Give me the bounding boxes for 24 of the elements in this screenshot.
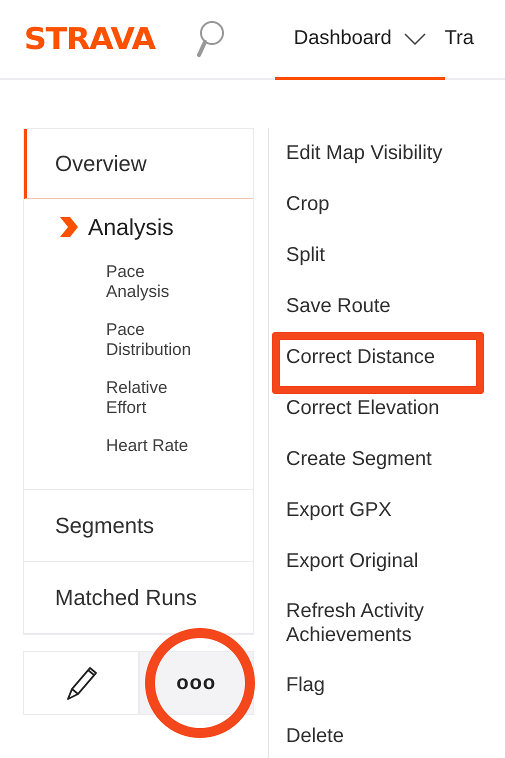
sidebar-item[interactable]: Overview [24,129,253,199]
sidebar-subitem[interactable]: Heart Rate [106,427,188,465]
menu-item[interactable]: Flag [286,672,325,698]
sidebar-subitem[interactable]: Pace Analysis [106,253,206,311]
chevron-right-icon [60,217,78,237]
menu-item[interactable]: Edit Map Visibility [286,140,442,166]
sidebar-subitem[interactable]: Pace Distribution [106,311,206,369]
menu-item[interactable]: Export Original [286,548,418,574]
menu-item[interactable]: Split [286,242,325,268]
sidebar-subitem[interactable]: Relative Effort [106,369,206,427]
menu-item[interactable]: Delete [286,723,344,749]
menu-item[interactable]: Refresh Activity Achievements [286,599,486,647]
sidebar-item[interactable]: Matched Runs [24,562,253,634]
menu-item[interactable]: Crop [286,191,330,217]
sidebar-item[interactable]: Segments [24,490,253,562]
menu-item[interactable]: Create Segment [286,446,432,472]
nav-tab[interactable]: Tra [444,0,474,80]
menu-item[interactable]: Save Route [286,293,391,319]
menu-item[interactable]: Export GPX [286,497,392,523]
menu-item[interactable]: Correct Distance [286,344,435,370]
sidebar-item[interactable]: Analysis [60,213,174,241]
nav-tab[interactable]: Dashboard [274,0,445,80]
edit-button[interactable] [23,651,138,715]
menu-item[interactable]: Correct Elevation [286,395,440,421]
